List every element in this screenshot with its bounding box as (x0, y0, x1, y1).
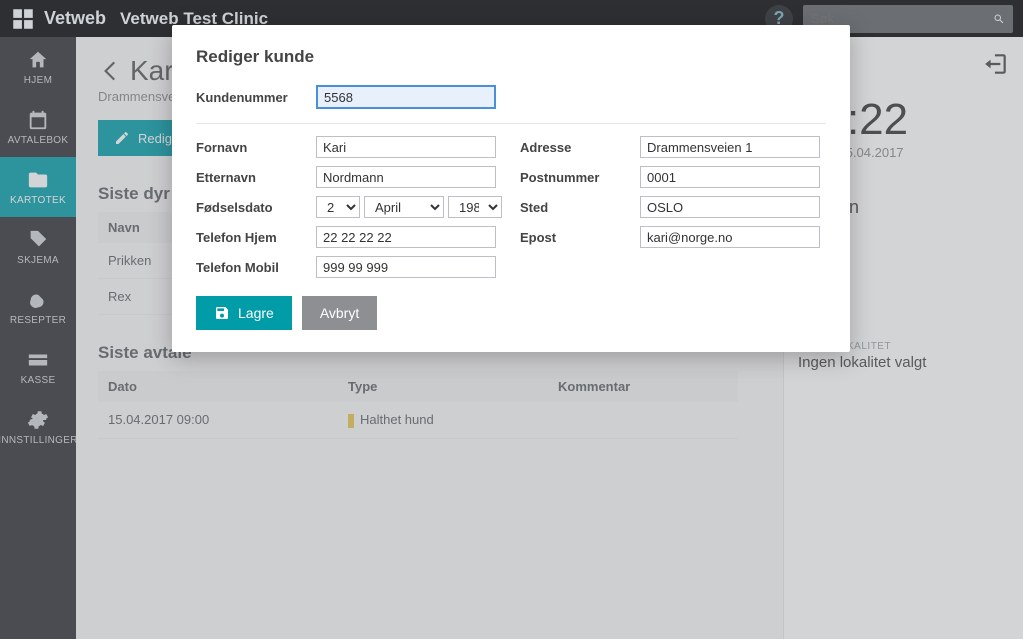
adresse-label: Adresse (520, 140, 640, 155)
edit-customer-modal: Rediger kunde Kundenummer Fornavn Ettern… (172, 25, 850, 352)
telefon-mobil-input[interactable] (316, 256, 496, 278)
fodselsdato-label: Fødselsdato (196, 200, 316, 215)
telefon-mobil-label: Telefon Mobil (196, 260, 316, 275)
postnummer-input[interactable] (640, 166, 820, 188)
save-button[interactable]: Lagre (196, 296, 292, 330)
telefon-hjem-label: Telefon Hjem (196, 230, 316, 245)
epost-input[interactable] (640, 226, 820, 248)
search-icon (993, 11, 1005, 27)
search-input[interactable] (811, 11, 987, 26)
dob-year-select[interactable]: 1982 (448, 196, 502, 218)
cancel-button-label: Avbryt (320, 305, 359, 321)
dob-month-select[interactable]: April (364, 196, 444, 218)
etternavn-label: Etternavn (196, 170, 316, 185)
save-icon (214, 305, 230, 321)
sted-label: Sted (520, 200, 640, 215)
modal-title: Rediger kunde (196, 47, 826, 67)
sted-input[interactable] (640, 196, 820, 218)
brand-label: Vetweb (44, 8, 106, 29)
kundenummer-input[interactable] (316, 85, 496, 109)
dob-day-select[interactable]: 2 (316, 196, 360, 218)
postnummer-label: Postnummer (520, 170, 640, 185)
logo-icon (10, 6, 36, 32)
cancel-button[interactable]: Avbryt (302, 296, 377, 330)
kundenummer-label: Kundenummer (196, 90, 316, 105)
adresse-input[interactable] (640, 136, 820, 158)
fornavn-label: Fornavn (196, 140, 316, 155)
save-button-label: Lagre (238, 305, 274, 321)
etternavn-input[interactable] (316, 166, 496, 188)
epost-label: Epost (520, 230, 640, 245)
divider (196, 123, 826, 124)
telefon-hjem-input[interactable] (316, 226, 496, 248)
logo: Vetweb (10, 6, 106, 32)
kundenummer-row: Kundenummer (196, 85, 826, 109)
fornavn-input[interactable] (316, 136, 496, 158)
